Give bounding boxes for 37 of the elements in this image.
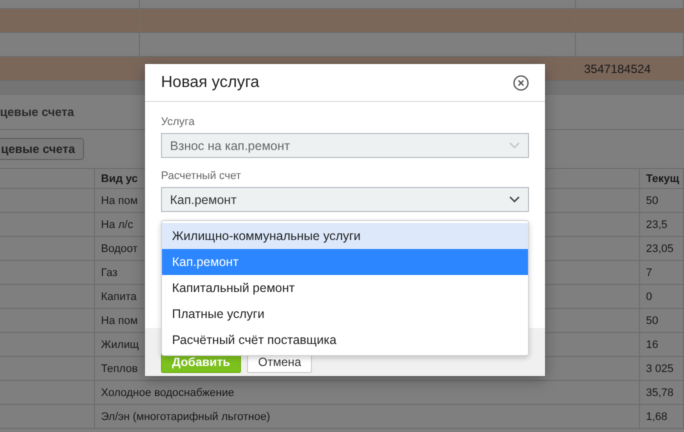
dropdown-option[interactable]: Капитальный ремонт <box>162 275 528 301</box>
dropdown-option[interactable]: Расчётный счёт поставщика <box>162 327 528 353</box>
column-header: Текущ <box>646 172 680 184</box>
chevron-down-icon <box>509 142 520 149</box>
table-cell: Водоот <box>101 242 138 254</box>
chevron-down-icon <box>509 196 520 203</box>
table-cell: Теплов <box>101 362 138 374</box>
close-icon[interactable] <box>513 74 529 90</box>
table-cell: 16 <box>646 338 658 350</box>
table-cell: 7 <box>646 266 652 278</box>
table-cell: 35,78 <box>646 386 674 398</box>
table-cell: Жилищ <box>101 338 139 350</box>
field-label: Расчетный счет <box>161 170 242 182</box>
table-cell: 3547184524 <box>584 62 651 76</box>
table-cell: На пом <box>101 314 138 326</box>
accounts-button[interactable]: цевые счета <box>0 138 84 160</box>
field-label: Услуга <box>161 116 196 128</box>
table-cell: 50 <box>646 314 658 326</box>
table-cell: На л/с <box>101 218 134 230</box>
table-cell: Газ <box>101 266 118 278</box>
table-cell: 1,68 <box>646 410 668 422</box>
table-cell: 23,5 <box>646 218 668 230</box>
table-cell: Капита <box>101 290 137 302</box>
table-cell: 23,05 <box>646 242 674 254</box>
column-header: Вид ус <box>101 172 138 184</box>
section-title: цевые счета <box>0 105 74 119</box>
table-cell: 3 025 <box>646 362 674 374</box>
table-cell: На пом <box>101 194 138 206</box>
table-cell: Холодное водоснабжение <box>101 386 234 398</box>
dropdown-option[interactable]: Платные услуги <box>162 301 528 327</box>
select-field[interactable]: Кап.ремонт <box>161 187 529 212</box>
table-cell: 0 <box>646 290 652 302</box>
dropdown-option[interactable]: Жилищно-коммунальные услуги <box>162 223 528 249</box>
table-cell: Эл/эн (многотарифный льготное) <box>101 410 270 422</box>
dialog-title: Новая услуга <box>161 74 260 92</box>
dropdown-option[interactable]: Кап.ремонт <box>162 249 528 275</box>
table-cell: 50 <box>646 194 658 206</box>
